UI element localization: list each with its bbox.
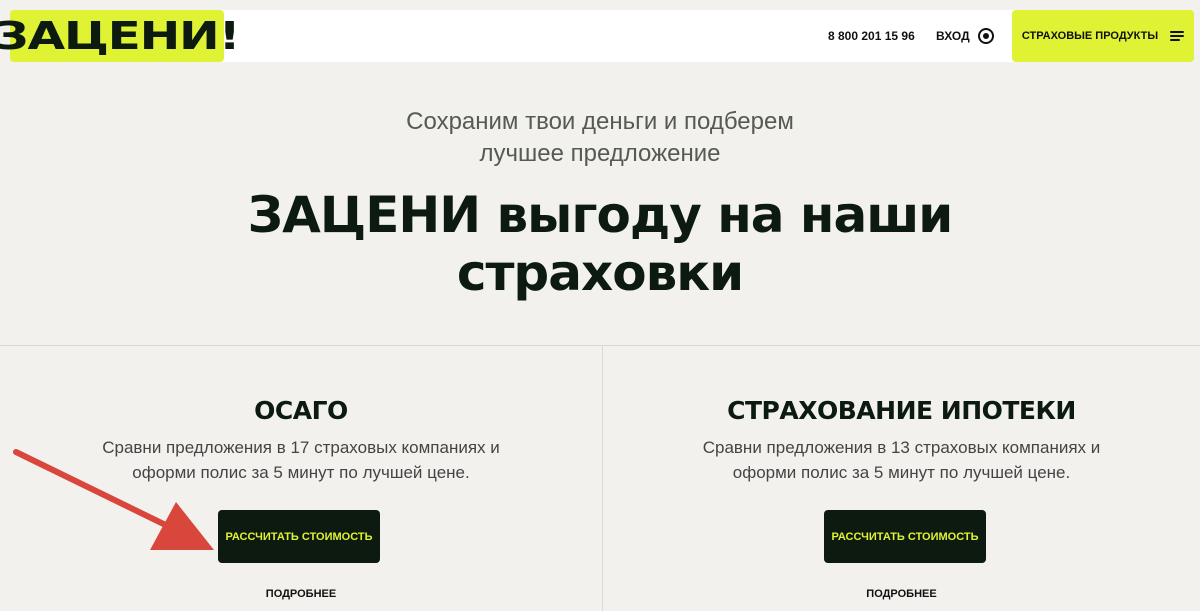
hero-title-line1: ЗАЦЕНИ выгоду на наши	[247, 186, 954, 244]
login-label: ВХОД	[936, 29, 970, 43]
logo[interactable]: ЗАЦЕНИ!	[0, 10, 241, 62]
phone-number[interactable]: 8 800 201 15 96	[828, 10, 915, 62]
hero-subtitle: Сохраним твои деньги и подберем лучшее п…	[0, 106, 1200, 170]
card-title: ОСАГО	[254, 396, 348, 425]
card-description: Сравни предложения в 13 страховых компан…	[603, 435, 1200, 485]
hero-title: ЗАЦЕНИ выгоду на наши страховки	[0, 186, 1200, 302]
logo-text: ЗАЦЕНИ!	[0, 14, 241, 58]
more-link[interactable]: ПОДРОБНЕЕ	[0, 588, 602, 600]
hero-title-line2: страховки	[456, 244, 744, 302]
hero-subtitle-line2: лучшее предложение	[479, 140, 721, 167]
more-link[interactable]: ПОДРОБНЕЕ	[603, 588, 1200, 600]
card-description-line1: Сравни предложения в 13 страховых компан…	[702, 438, 1101, 457]
insurance-products-button[interactable]: СТРАХОВЫЕ ПРОДУКТЫ	[1012, 10, 1194, 62]
hero-subtitle-line1: Сохраним твои деньги и подберем	[406, 108, 794, 135]
site-header: ЗАЦЕНИ! 8 800 201 15 96 ВХОД СТРАХОВЫЕ П…	[0, 10, 1194, 62]
user-icon	[977, 28, 994, 44]
calculate-price-button[interactable]: РАССЧИТАТЬ СТОИМОСТЬ	[824, 510, 986, 563]
login-button[interactable]: ВХОД	[936, 10, 994, 62]
annotation-arrow-icon	[13, 449, 214, 550]
products-label: СТРАХОВЫЕ ПРОДУКТЫ	[1021, 30, 1159, 42]
card-mortgage-insurance: СТРАХОВАНИЕ ИПОТЕКИ Сравни предложения в…	[603, 346, 1200, 611]
page: ЗАЦЕНИ! 8 800 201 15 96 ВХОД СТРАХОВЫЕ П…	[0, 0, 1200, 611]
card-title: СТРАХОВАНИЕ ИПОТЕКИ	[727, 396, 1076, 425]
card-description-line2: оформи полис за 5 минут по лучшей цене.	[732, 463, 1071, 482]
menu-icon	[1170, 31, 1185, 41]
calculate-price-button[interactable]: РАССЧИТАТЬ СТОИМОСТЬ	[218, 510, 380, 563]
